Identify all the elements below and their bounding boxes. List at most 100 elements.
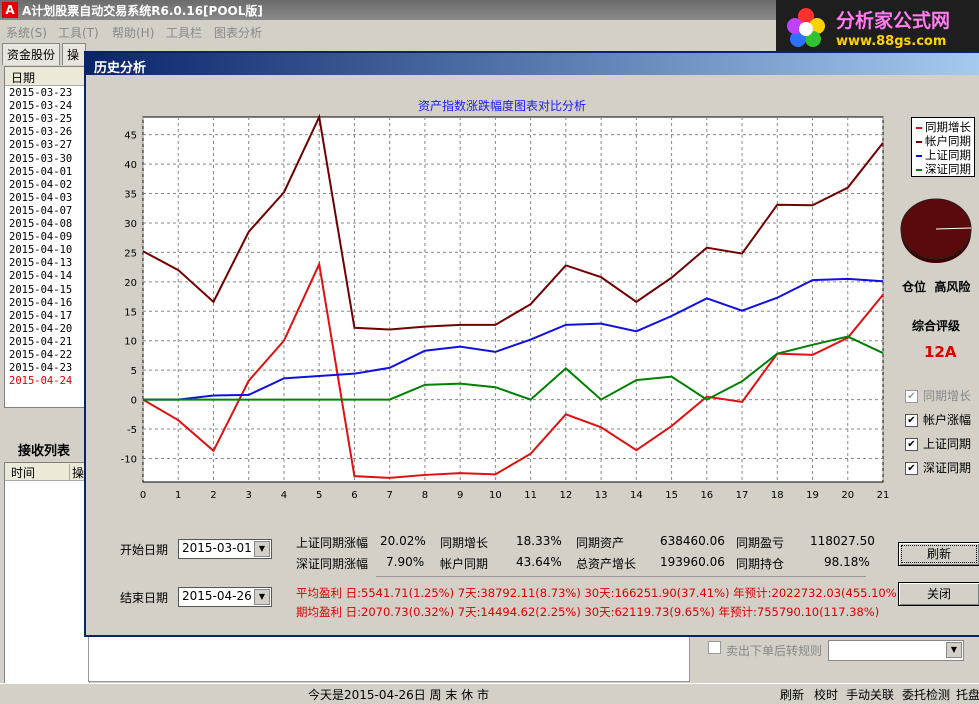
logo-text: 分析家公式网 <box>836 10 951 32</box>
x-tick-label: 10 <box>489 490 502 501</box>
date-list-item[interactable]: 2015-03-26 <box>9 126 72 138</box>
legend-label: 上证同期 <box>925 148 971 162</box>
date-list-item[interactable]: 2015-04-21 <box>9 336 72 348</box>
stat-label: 同期持仓 <box>736 557 785 571</box>
x-tick-label: 0 <box>140 490 146 501</box>
close-button[interactable]: 关闭 <box>898 582 979 606</box>
date-list-item[interactable]: 2015-04-17 <box>9 310 72 322</box>
date-list[interactable]: 日期 2015-03-23 2015-03-24 2015-03-25 2015-03… <box>4 66 90 408</box>
date-list-item[interactable]: 2015-04-14 <box>9 270 72 282</box>
refresh-button[interactable]: 刷新 <box>898 542 979 566</box>
legend-swatch <box>916 154 922 157</box>
menu-help[interactable]: 帮助(H) <box>112 24 154 41</box>
x-tick-label: 2 <box>210 490 216 501</box>
checkbox-label: 帐户涨幅 <box>923 413 972 427</box>
date-list-item[interactable]: 2015-04-16 <box>9 297 72 309</box>
x-tick-label: 21 <box>877 490 890 501</box>
tab-funds-shares[interactable]: 资金股份 <box>2 43 61 65</box>
checkbox-shenzhen[interactable]: ✔ 深证同期 <box>905 459 971 476</box>
chevron-down-icon[interactable]: ▼ <box>254 541 270 557</box>
x-tick-label: 17 <box>736 490 749 501</box>
x-tick-label: 13 <box>595 490 608 501</box>
chevron-down-icon: ▼ <box>946 642 962 658</box>
stat-label: 同期增长 <box>440 536 489 550</box>
menu-tools[interactable]: 工具(T) <box>58 24 99 41</box>
sell-rule-select[interactable]: ▼ <box>828 640 964 661</box>
x-tick-label: 18 <box>771 490 784 501</box>
date-list-item[interactable]: 2015-04-02 <box>9 179 72 191</box>
checkbox-shanghai[interactable]: ✔ 上证同期 <box>905 435 971 452</box>
status-refresh-button[interactable]: 刷新 <box>780 686 804 703</box>
x-tick-label: 12 <box>559 490 572 501</box>
status-order-check-button[interactable]: 委托检测 <box>902 686 950 703</box>
y-tick-label: 5 <box>131 366 137 377</box>
legend-swatch <box>916 168 922 171</box>
date-list-item[interactable]: 2015-03-30 <box>9 153 72 165</box>
y-tick-label: 30 <box>124 219 137 230</box>
line-chart: 0 1 2 3 4 5 6 7 8 9 10 11 12 13 14 15 16 17 18 19 20 21-10-50… <box>121 113 890 501</box>
chevron-down-icon[interactable]: ▼ <box>254 589 270 605</box>
x-tick-label: 16 <box>700 490 713 501</box>
date-list-item[interactable]: 2015-04-10 <box>9 244 72 256</box>
date-list-item[interactable]: 2015-03-24 <box>9 100 72 112</box>
date-list-item[interactable]: 2015-04-07 <box>9 205 72 217</box>
op-column-header: 操 <box>69 464 84 481</box>
dialog-title: 历史分析 <box>94 61 147 76</box>
date-list-item[interactable]: 2015-04-24 <box>9 375 72 387</box>
x-tick-label: 7 <box>386 490 392 501</box>
y-tick-label: 15 <box>124 307 137 318</box>
checkmark-icon: ✔ <box>905 390 918 403</box>
rating-label: 综合评级 <box>912 319 961 333</box>
chart-legend: 同期增长 帐户同期 上证同期 深证同期 <box>911 117 975 177</box>
y-tick-label: 25 <box>124 248 137 259</box>
history-analysis-dialog: 历史分析 资产指数涨跌幅度图表对比分析 0 1 2 3 4 5 6 7 8 9 10 11 12 13 14… <box>84 51 979 637</box>
sell-rule-checkbox[interactable] <box>708 641 721 654</box>
start-date-picker[interactable]: 2015-03-01 ▼ <box>178 539 272 559</box>
x-tick-label: 3 <box>246 490 252 501</box>
status-text: 今天是2015-04-26日 周 末 休 市 <box>308 688 489 702</box>
stat-value: 7.90% <box>386 555 425 569</box>
y-tick-label: 45 <box>124 131 137 142</box>
date-list-item[interactable]: 2015-03-27 <box>9 139 72 151</box>
receive-list-header: 时间 操 <box>5 463 89 481</box>
date-list-item[interactable]: 2015-04-09 <box>9 231 72 243</box>
dialog-title-bar[interactable]: 历史分析 <box>86 53 979 76</box>
menu-system[interactable]: 系统(S) <box>6 24 47 41</box>
risk-label: 高风险 <box>934 280 971 294</box>
time-column-header: 时间 <box>11 466 36 480</box>
date-list-item[interactable]: 2015-04-01 <box>9 166 72 178</box>
stat-value: 20.02% <box>380 534 426 548</box>
date-list-item[interactable]: 2015-03-23 <box>9 87 72 99</box>
position-label: 仓位 <box>902 280 927 294</box>
end-date-picker[interactable]: 2015-04-26 ▼ <box>178 587 272 607</box>
date-list-item[interactable]: 2015-04-15 <box>9 284 72 296</box>
status-tray-button[interactable]: 托盘 <box>956 686 979 703</box>
status-sync-time-button[interactable]: 校时 <box>814 686 838 703</box>
status-manual-link-button[interactable]: 手动关联 <box>846 686 894 703</box>
logo-url: www.88gs.com <box>836 34 947 49</box>
date-list-item[interactable]: 2015-03-25 <box>9 113 72 125</box>
checkbox-growth[interactable]: ✔ 同期增长 <box>905 387 971 404</box>
checkbox-account[interactable]: ✔ 帐户涨幅 <box>905 411 971 428</box>
date-list-item[interactable]: 2015-04-03 <box>9 192 72 204</box>
date-column-header: 日期 <box>11 71 36 85</box>
receive-list-table[interactable]: 时间 操 <box>4 462 90 686</box>
y-tick-label: 20 <box>124 278 137 289</box>
date-list-item[interactable]: 2015-04-22 <box>9 349 72 361</box>
checkbox-label: 上证同期 <box>923 437 972 451</box>
stat-value: 18.33% <box>516 534 562 548</box>
legend-swatch <box>916 140 922 143</box>
stat-label: 帐户同期 <box>440 557 489 571</box>
date-list-item[interactable]: 2015-04-20 <box>9 323 72 335</box>
menu-toolbar[interactable]: 工具栏 <box>166 24 202 41</box>
date-list-item[interactable]: 2015-04-23 <box>9 362 72 374</box>
date-list-item[interactable]: 2015-04-08 <box>9 218 72 230</box>
x-tick-label: 20 <box>841 490 854 501</box>
x-tick-label: 8 <box>422 490 428 501</box>
menu-chart-analysis[interactable]: 图表分析 <box>214 24 262 41</box>
start-date-label: 开始日期 <box>120 543 169 557</box>
stat-value: 43.64% <box>516 555 562 569</box>
legend-item-shenzhen: 深证同期 <box>916 161 971 177</box>
tab-operations[interactable]: 操 <box>62 43 86 65</box>
date-list-item[interactable]: 2015-04-13 <box>9 257 72 269</box>
